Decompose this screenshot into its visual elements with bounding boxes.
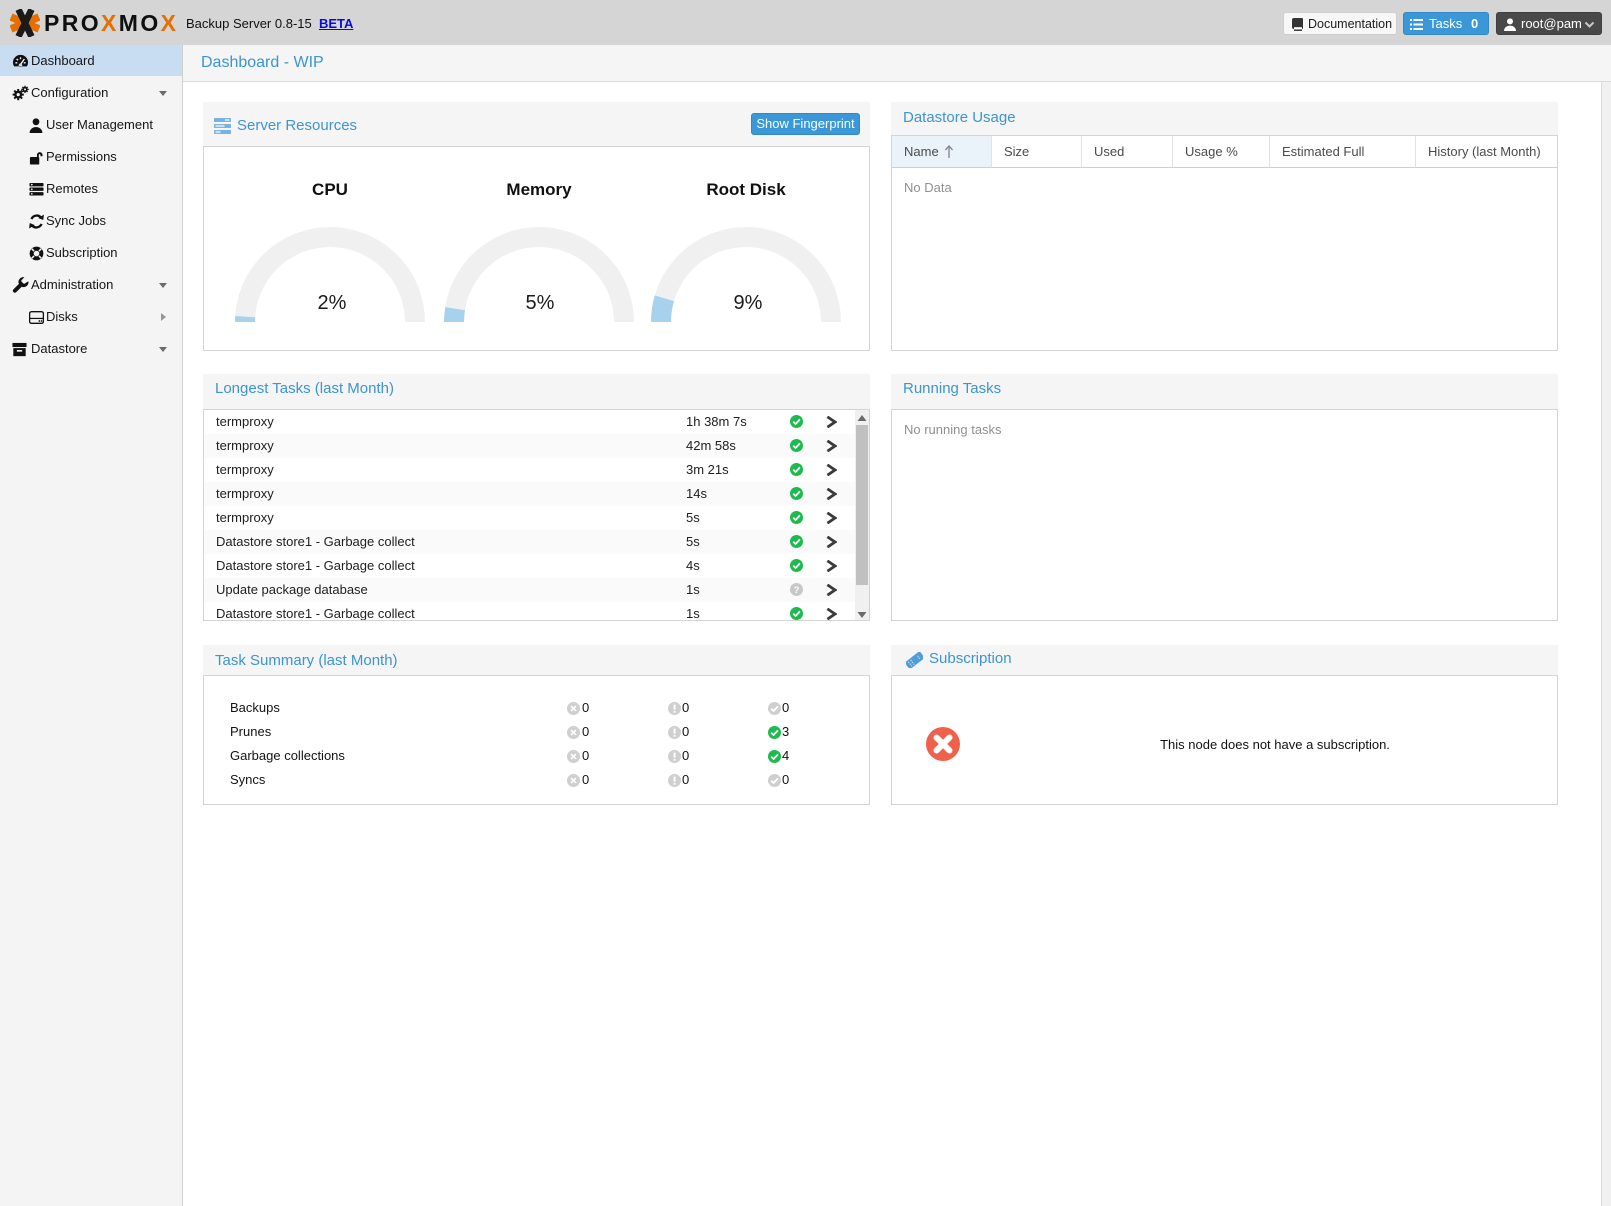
svg-text:?: ? [794, 585, 800, 596]
